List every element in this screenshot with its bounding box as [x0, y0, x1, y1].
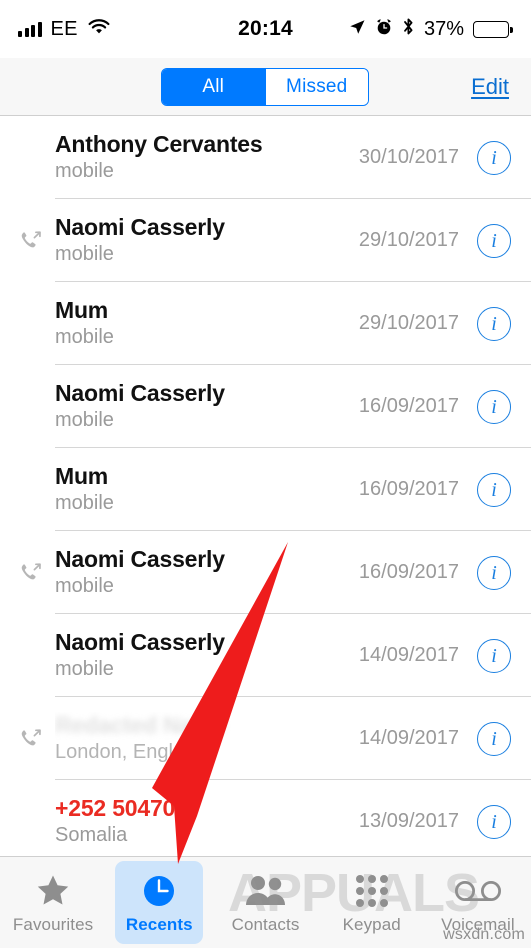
call-subtitle: mobile: [55, 492, 114, 515]
call-info-button[interactable]: i: [477, 721, 511, 756]
tab-contacts[interactable]: Contacts: [212, 857, 318, 948]
tab-bar[interactable]: Favourites Recents Contacts Keypad Voicemail: [0, 856, 531, 948]
voicemail-icon: [454, 871, 502, 911]
call-contact-name: Naomi Casserly: [55, 213, 225, 240]
call-info-button[interactable]: i: [477, 389, 511, 424]
call-row-text: Mum mobile: [55, 297, 359, 351]
call-row-text: +252 50470 4 Somalia: [55, 795, 359, 849]
call-contact-name: Mum: [55, 462, 109, 489]
call-date: 29/10/2017: [358, 312, 459, 334]
tab-keypad[interactable]: Keypad: [319, 857, 425, 948]
tab-inner: Contacts: [232, 871, 300, 935]
call-contact-name: Redacted Name: [55, 711, 225, 738]
tab-inner: Keypad: [343, 871, 401, 935]
call-info-button[interactable]: i: [477, 306, 511, 341]
tab-voicemail[interactable]: Voicemail: [425, 857, 531, 948]
status-bar: EE 20:14 37%: [0, 0, 531, 58]
tab-recents[interactable]: Recents: [106, 857, 212, 948]
call-row-text: Naomi Casserly mobile: [55, 214, 359, 268]
call-list-row[interactable]: Naomi Casserly mobile 16/09/2017 i: [0, 365, 531, 448]
call-date: 14/09/2017: [358, 644, 459, 666]
call-list-row[interactable]: +252 50470 4 Somalia 13/09/2017 i: [0, 780, 531, 856]
tab-label: Keypad: [342, 914, 401, 934]
star-icon: [34, 871, 72, 911]
tab-label: Recents: [125, 914, 193, 934]
recents-call-list[interactable]: Anthony Cervantes mobile 30/10/2017 i Naomi …: [0, 116, 531, 856]
call-date: 29/10/2017: [358, 229, 459, 251]
call-list-row[interactable]: Naomi Casserly mobile 14/09/2017 i: [0, 614, 531, 697]
outgoing-call-icon: [21, 230, 41, 247]
call-list-row[interactable]: Naomi Casserly mobile 16/09/2017 i: [0, 531, 531, 614]
tab-label: Contacts: [231, 914, 300, 934]
call-subtitle: mobile: [55, 243, 114, 266]
call-info-button[interactable]: i: [477, 638, 511, 673]
call-row-text: Redacted Name London, England: [55, 712, 359, 766]
call-list-row[interactable]: Naomi Casserly mobile 29/10/2017 i: [0, 199, 531, 282]
phone-app-screen: EE 20:14 37% All Missed Edit Anthony Cer…: [0, 0, 531, 948]
outgoing-call-icon: [21, 728, 41, 745]
call-subtitle: mobile: [55, 160, 114, 183]
alarm-clock-icon: [375, 18, 393, 41]
call-row-text: Naomi Casserly mobile: [55, 380, 359, 434]
edit-button[interactable]: Edit: [471, 74, 509, 100]
call-contact-name: Naomi Casserly: [55, 628, 225, 655]
call-date: 30/10/2017: [358, 146, 459, 168]
location-arrow-icon: [348, 18, 366, 41]
call-subtitle: Somalia: [55, 824, 128, 847]
tab-inner: Favourites: [13, 871, 93, 935]
carrier-label: EE: [50, 17, 78, 40]
call-subtitle: mobile: [55, 409, 114, 432]
call-contact-name: +252 50470 4: [55, 794, 194, 821]
call-contact-name: Naomi Casserly: [55, 379, 225, 406]
call-row-text: Naomi Casserly mobile: [55, 629, 359, 683]
tab-inner: Voicemail: [441, 871, 515, 935]
call-date: 16/09/2017: [358, 561, 459, 583]
tab-label: Voicemail: [441, 914, 515, 934]
signal-strength-icon: [18, 21, 42, 37]
call-date: 14/09/2017: [358, 727, 459, 749]
wifi-icon: [87, 18, 111, 41]
clock-icon: [140, 871, 178, 911]
call-row-text: Mum mobile: [55, 463, 359, 517]
outgoing-call-indicator: [0, 228, 55, 254]
call-row-text: Anthony Cervantes mobile: [55, 131, 359, 185]
call-list-row[interactable]: Mum mobile 16/09/2017 i: [0, 448, 531, 531]
call-info-button[interactable]: i: [477, 223, 511, 258]
call-contact-name: Naomi Casserly: [55, 545, 225, 572]
tab-label: Favourites: [12, 914, 94, 934]
call-subtitle: London, England: [55, 741, 207, 764]
call-list-row[interactable]: Redacted Name London, England 14/09/2017 i: [0, 697, 531, 780]
tab-favourites[interactable]: Favourites: [0, 857, 106, 948]
call-date: 16/09/2017: [358, 478, 459, 500]
recents-header: All Missed Edit: [0, 58, 531, 116]
keypad-icon: [353, 871, 391, 911]
call-info-button[interactable]: i: [477, 804, 511, 839]
status-bar-right: 37%: [348, 17, 513, 41]
status-bar-left: EE: [18, 18, 111, 41]
call-contact-name: Anthony Cervantes: [55, 130, 263, 157]
call-list-row[interactable]: Mum mobile 29/10/2017 i: [0, 282, 531, 365]
battery-percent-label: 37%: [423, 17, 464, 40]
call-subtitle: mobile: [55, 326, 114, 349]
call-list-row[interactable]: Anthony Cervantes mobile 30/10/2017 i: [0, 116, 531, 199]
people-icon: [244, 871, 288, 911]
call-subtitle: mobile: [55, 575, 114, 598]
battery-icon: [473, 20, 513, 38]
call-date: 16/09/2017: [358, 395, 459, 417]
outgoing-call-icon: [21, 562, 41, 579]
outgoing-call-indicator: [0, 560, 55, 586]
call-subtitle: mobile: [55, 658, 114, 681]
bluetooth-icon: [402, 17, 415, 41]
call-row-text: Naomi Casserly mobile: [55, 546, 359, 600]
segment-missed[interactable]: Missed: [264, 69, 368, 105]
tab-inner: Recents: [126, 871, 193, 935]
call-info-button[interactable]: i: [477, 140, 511, 175]
call-info-button[interactable]: i: [477, 555, 511, 590]
call-date: 13/09/2017: [358, 810, 459, 832]
outgoing-call-indicator: [0, 726, 55, 752]
call-info-button[interactable]: i: [477, 472, 511, 507]
calls-filter-segmented-control[interactable]: All Missed: [161, 68, 369, 106]
segment-all[interactable]: All: [162, 69, 265, 105]
call-contact-name: Mum: [55, 296, 109, 323]
